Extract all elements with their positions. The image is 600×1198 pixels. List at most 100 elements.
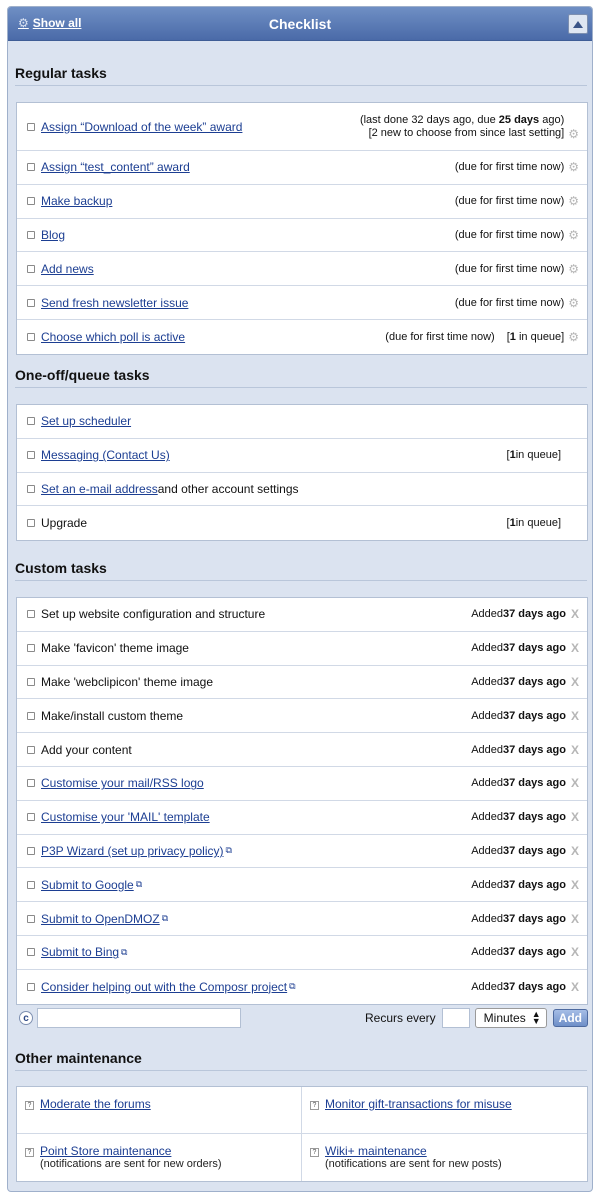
- task-link[interactable]: Messaging (Contact Us): [41, 448, 170, 462]
- delete-icon[interactable]: X: [571, 743, 579, 757]
- delete-icon[interactable]: X: [571, 844, 579, 858]
- added-label: Added: [471, 709, 503, 722]
- task-link[interactable]: Add news: [41, 262, 94, 276]
- delete-icon[interactable]: X: [571, 878, 579, 892]
- task-link[interactable]: Assign “test_content” award: [41, 160, 190, 174]
- custom-tasks-list: Set up website configuration and structu…: [16, 597, 588, 1005]
- task-row: Customise your 'MAIL' template Added 37 d…: [17, 801, 587, 835]
- task-checkbox[interactable]: [27, 982, 35, 991]
- task-checkbox[interactable]: [27, 122, 35, 131]
- maintenance-link[interactable]: Point Store maintenance: [40, 1144, 171, 1158]
- task-checkbox[interactable]: [27, 813, 35, 822]
- help-icon: ?: [25, 1101, 34, 1110]
- panel-title: Checklist: [268, 16, 332, 32]
- task-checkbox[interactable]: [27, 745, 35, 754]
- delete-icon[interactable]: X: [571, 641, 579, 655]
- queue-count: [1 in queue]: [506, 517, 561, 530]
- added-age: 37 days ago: [503, 878, 566, 891]
- configure-icon[interactable]: ⚙: [568, 296, 579, 310]
- task-link[interactable]: Consider helping out with the Composr pr…: [41, 980, 287, 994]
- task-link[interactable]: Choose which poll is active: [41, 330, 185, 344]
- configure-icon[interactable]: ⚙: [568, 330, 579, 344]
- external-link-icon: ⧉: [225, 845, 232, 856]
- configure-icon[interactable]: ⚙: [568, 194, 579, 208]
- task-link[interactable]: Assign “Download of the week” award: [41, 120, 242, 134]
- recur-unit-select[interactable]: Minutes ▲ ▼: [474, 1008, 547, 1028]
- task-row: Customise your mail/RSS logo Added 37 day…: [17, 767, 587, 801]
- delete-icon[interactable]: X: [571, 709, 579, 723]
- composr-icon: c: [19, 1011, 33, 1025]
- task-checkbox[interactable]: [27, 264, 35, 273]
- task-checkbox[interactable]: [27, 779, 35, 788]
- task-checkbox[interactable]: [27, 197, 35, 206]
- select-arrows-icon: ▲ ▼: [531, 1009, 541, 1026]
- task-checkbox[interactable]: [27, 417, 35, 426]
- maintenance-link[interactable]: Monitor gift-transactions for misuse: [325, 1097, 512, 1111]
- maintenance-link[interactable]: Moderate the forums: [40, 1097, 151, 1111]
- task-row: Submit to Bing ⧉ Added 37 days ago X: [17, 936, 587, 970]
- delete-icon[interactable]: X: [571, 945, 579, 959]
- add-button[interactable]: Add: [552, 1009, 588, 1027]
- task-row: Submit to Google ⧉ Added 37 days ago X: [17, 868, 587, 903]
- added-label: Added: [471, 844, 503, 857]
- task-status: (due for first time now): [454, 296, 565, 309]
- task-checkbox[interactable]: [27, 298, 35, 307]
- task-label: Add your content: [41, 742, 132, 757]
- task-row: Set up website configuration and structu…: [17, 598, 587, 632]
- task-link[interactable]: P3P Wizard (set up privacy policy): [41, 844, 224, 858]
- task-checkbox[interactable]: [27, 484, 35, 493]
- maintenance-link[interactable]: Wiki+ maintenance: [325, 1144, 427, 1158]
- task-checkbox[interactable]: [27, 914, 35, 923]
- task-checkbox[interactable]: [27, 230, 35, 239]
- add-task-bar: c Recurs every Minutes ▲ ▼ Add: [16, 1004, 588, 1032]
- added-age: 37 days ago: [503, 642, 566, 655]
- task-link[interactable]: Set an e-mail address: [41, 482, 158, 496]
- task-checkbox[interactable]: [27, 948, 35, 957]
- task-checkbox[interactable]: [27, 644, 35, 653]
- task-link[interactable]: Send fresh newsletter issue: [41, 296, 188, 310]
- added-age: 37 days ago: [503, 608, 566, 621]
- maintenance-note: (notifications are sent for new orders): [40, 1158, 222, 1170]
- task-checkbox[interactable]: [27, 677, 35, 686]
- recur-interval-input[interactable]: [441, 1008, 470, 1028]
- task-link[interactable]: Submit to OpenDMOZ: [41, 912, 160, 926]
- help-icon: ?: [25, 1148, 34, 1157]
- task-link[interactable]: Blog: [41, 228, 65, 242]
- task-link[interactable]: Customise your mail/RSS logo: [41, 776, 204, 790]
- task-checkbox[interactable]: [27, 711, 35, 720]
- delete-icon[interactable]: X: [571, 776, 579, 790]
- added-age: 37 days ago: [503, 743, 566, 756]
- task-link[interactable]: Make backup: [41, 194, 112, 208]
- task-row: Make/install custom theme Added 37 days a…: [17, 699, 587, 734]
- task-link[interactable]: Submit to Bing: [41, 945, 119, 959]
- added-label: Added: [471, 878, 503, 891]
- delete-icon[interactable]: X: [571, 675, 579, 689]
- task-link[interactable]: Set up scheduler: [41, 414, 131, 428]
- task-link[interactable]: Customise your 'MAIL' template: [41, 810, 210, 824]
- task-row: Assign “test_content” award (due for fir…: [17, 151, 587, 185]
- added-label: Added: [471, 675, 503, 688]
- delete-icon[interactable]: X: [571, 607, 579, 621]
- delete-icon[interactable]: X: [571, 912, 579, 926]
- delete-icon[interactable]: X: [571, 810, 579, 824]
- task-link[interactable]: Submit to Google: [41, 878, 134, 892]
- external-link-icon: ⧉: [161, 913, 169, 924]
- task-checkbox[interactable]: [27, 846, 35, 855]
- collapse-button[interactable]: [568, 14, 588, 34]
- task-checkbox[interactable]: [27, 332, 35, 341]
- section-heading-other: Other maintenance: [15, 1050, 587, 1071]
- task-checkbox[interactable]: [27, 451, 35, 460]
- configure-icon[interactable]: ⚙: [568, 262, 579, 276]
- configure-icon[interactable]: ⚙: [568, 160, 579, 174]
- delete-icon[interactable]: X: [571, 980, 579, 994]
- added-age: 37 days ago: [503, 844, 566, 857]
- task-status: (due for first time now): [454, 228, 565, 241]
- configure-icon[interactable]: ⚙: [568, 127, 579, 141]
- task-checkbox[interactable]: [27, 880, 35, 889]
- task-checkbox[interactable]: [27, 519, 35, 528]
- new-task-input[interactable]: [37, 1008, 241, 1028]
- task-checkbox[interactable]: [27, 163, 35, 172]
- configure-icon[interactable]: ⚙: [568, 228, 579, 242]
- oneoff-tasks-list: Set up scheduler Messaging (Contact Us) …: [16, 404, 588, 542]
- task-checkbox[interactable]: [27, 610, 35, 619]
